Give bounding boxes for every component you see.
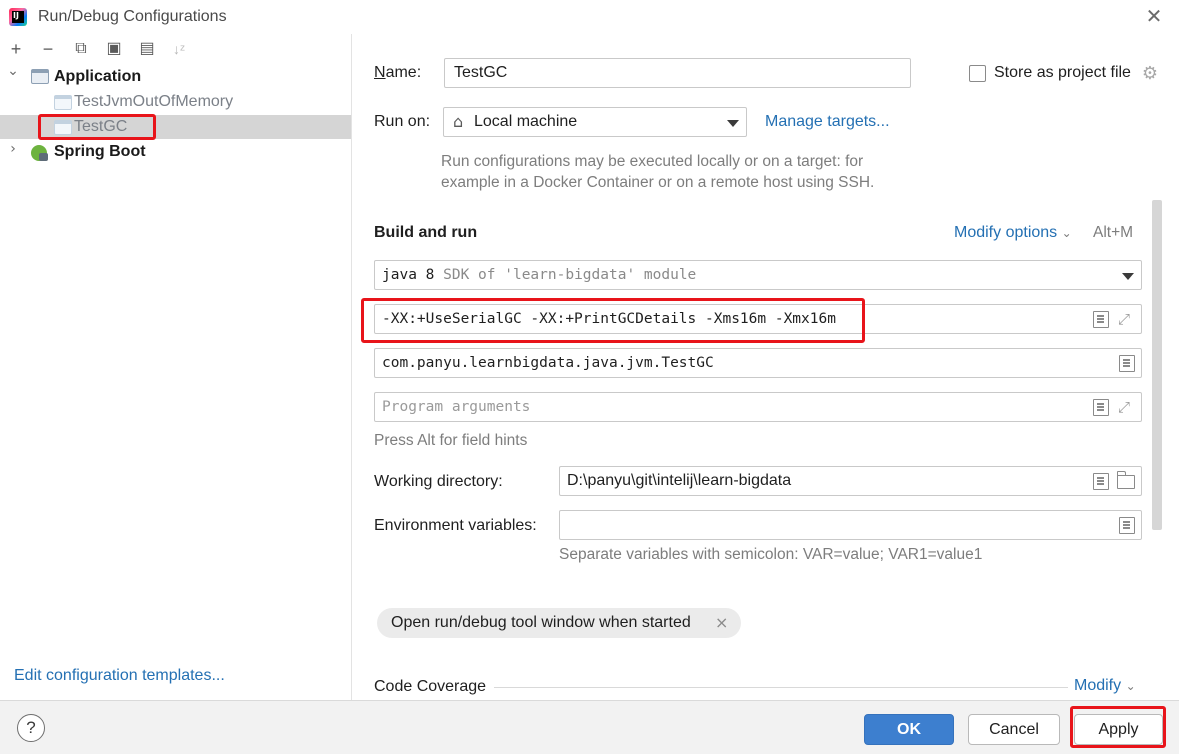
application-config-icon xyxy=(54,95,72,110)
tree-item-testjvmoutofmemory[interactable]: TestJvmOutOfMemory xyxy=(0,90,351,114)
tree-toolbar: + − ⧉ ▣ ▤ ↓ᶻ xyxy=(0,34,352,64)
document-icon[interactable] xyxy=(1119,517,1135,534)
build-and-run-heading: Build and run xyxy=(374,224,478,241)
jdk-value: java 8 SDK of 'learn-bigdata' module xyxy=(382,267,697,283)
tree-label: TestJvmOutOfMemory xyxy=(74,93,234,110)
main-class-value: com.panyu.learnbigdata.java.jvm.TestGC xyxy=(382,355,714,371)
chevron-down-icon xyxy=(1122,273,1134,280)
window-title: Run/Debug Configurations xyxy=(38,8,227,25)
apply-button[interactable]: Apply xyxy=(1074,714,1163,745)
chip-label: Open run/debug tool window when started xyxy=(391,614,691,631)
working-directory-value: D:\panyu\git\intelij\learn-bigdata xyxy=(567,472,792,489)
new-folder-icon[interactable]: ▤ xyxy=(137,39,157,59)
expand-icon[interactable]: ⤢ xyxy=(1116,399,1132,416)
spring-boot-icon xyxy=(31,145,48,161)
help-button[interactable]: ? xyxy=(17,714,45,742)
run-on-hint-line1: Run configurations may be executed local… xyxy=(441,153,864,170)
tree-node-application[interactable]: ⌄ Application xyxy=(0,63,351,89)
field-hints-text: Press Alt for field hints xyxy=(374,432,528,449)
code-coverage-heading: Code Coverage xyxy=(374,678,487,695)
store-as-project-file-label: Store as project file xyxy=(994,64,1131,81)
jdk-dropdown[interactable]: java 8 SDK of 'learn-bigdata' module xyxy=(374,260,1142,290)
program-arguments-placeholder: Program arguments xyxy=(382,399,531,415)
save-icon[interactable]: ▣ xyxy=(104,39,124,59)
modify-options-shortcut: Alt+M xyxy=(1093,224,1134,241)
edit-configuration-templates-link[interactable]: Edit configuration templates... xyxy=(14,667,225,685)
name-value: TestGC xyxy=(454,64,508,81)
chevron-down-icon: ⌄ xyxy=(1125,679,1136,693)
name-field[interactable]: TestGC xyxy=(444,58,911,88)
cancel-button[interactable]: Cancel xyxy=(968,714,1060,745)
document-icon[interactable] xyxy=(1093,399,1109,416)
chevron-down-icon xyxy=(727,120,739,127)
add-icon[interactable]: + xyxy=(6,39,26,59)
modify-options-link[interactable]: Modify options ⌄ xyxy=(954,224,1072,242)
working-directory-label: Working directory: xyxy=(374,473,503,490)
tree-item-testgc[interactable]: TestGC xyxy=(0,115,351,139)
tree-label-spring-boot: Spring Boot xyxy=(54,143,146,160)
run-on-label: Run on: xyxy=(374,113,431,130)
working-directory-field[interactable]: D:\panyu\git\intelij\learn-bigdata xyxy=(559,466,1142,496)
main-class-field[interactable]: com.panyu.learnbigdata.java.jvm.TestGC xyxy=(374,348,1142,378)
folder-icon[interactable] xyxy=(1117,471,1135,489)
separator xyxy=(494,687,1068,688)
environment-variables-hint: Separate variables with semicolon: VAR=v… xyxy=(559,546,983,563)
document-icon[interactable] xyxy=(1093,311,1109,328)
intellij-logo-icon: IJ xyxy=(9,8,27,26)
tree-label: TestGC xyxy=(74,118,128,135)
close-icon[interactable]: × xyxy=(715,613,728,632)
remove-icon[interactable]: − xyxy=(38,39,58,59)
document-icon[interactable] xyxy=(1093,473,1109,490)
run-on-value: Local machine xyxy=(474,113,578,130)
sort-icon[interactable]: ↓ᶻ xyxy=(169,39,189,59)
application-icon xyxy=(31,69,49,84)
document-icon[interactable] xyxy=(1119,355,1135,372)
tree-label-application: Application xyxy=(54,68,142,85)
expand-icon[interactable]: ⤢ xyxy=(1116,311,1132,328)
expand-arrow-icon[interactable]: ⌄ xyxy=(6,63,20,79)
copy-icon[interactable]: ⧉ xyxy=(71,39,91,59)
run-on-hint-line2: example in a Docker Container or on a re… xyxy=(441,174,875,191)
environment-variables-label: Environment variables: xyxy=(374,517,537,534)
scrollbar[interactable] xyxy=(1152,200,1162,530)
open-tool-window-chip[interactable]: Open run/debug tool window when started … xyxy=(377,608,741,638)
modify-options-label: Modify options xyxy=(954,224,1058,241)
modify-link[interactable]: Modify ⌄ xyxy=(1074,677,1136,695)
store-as-project-file-checkbox[interactable] xyxy=(969,65,986,82)
name-label: Name: xyxy=(374,64,422,81)
tree-node-spring-boot[interactable]: › Spring Boot xyxy=(0,140,351,164)
program-arguments-field[interactable]: Program arguments ⤢ xyxy=(374,392,1142,422)
vm-options-field[interactable]: -XX:+UseSerialGC -XX:+PrintGCDetails -Xm… xyxy=(374,304,1142,334)
chevron-down-icon: ⌄ xyxy=(1061,226,1072,240)
vm-options-value: -XX:+UseSerialGC -XX:+PrintGCDetails -Xm… xyxy=(382,311,836,327)
application-config-icon xyxy=(54,120,72,135)
environment-variables-field[interactable] xyxy=(559,510,1142,540)
modify-label: Modify xyxy=(1074,677,1122,694)
home-icon: ⌂ xyxy=(453,112,464,131)
run-on-dropdown[interactable]: ⌂ Local machine xyxy=(443,107,747,137)
collapse-arrow-icon[interactable]: › xyxy=(6,141,20,157)
gear-icon[interactable]: ⚙ xyxy=(1140,64,1160,84)
close-window-icon[interactable]: ✕ xyxy=(1143,6,1165,28)
manage-targets-link[interactable]: Manage targets... xyxy=(765,113,890,131)
ok-button[interactable]: OK xyxy=(864,714,954,745)
